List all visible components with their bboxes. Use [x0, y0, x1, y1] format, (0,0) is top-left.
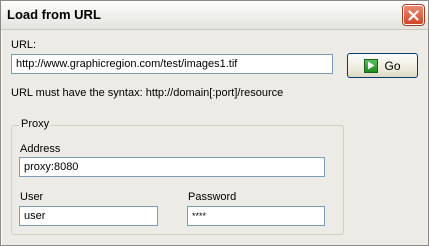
load-from-url-dialog: Load from URL URL: http://www.graphicreg…	[0, 0, 429, 246]
close-icon	[408, 9, 419, 21]
go-button-label: Go	[384, 58, 401, 73]
url-input[interactable]: http://www.graphicregion.com/test/images…	[11, 54, 333, 74]
play-arrow-icon	[364, 58, 379, 73]
proxy-password-label: Password	[188, 191, 237, 203]
go-button[interactable]: Go	[347, 53, 418, 78]
title-bar[interactable]: Load from URL	[1, 1, 428, 30]
proxy-user-input[interactable]: user	[19, 206, 158, 226]
proxy-password-input[interactable]: ****	[187, 206, 325, 226]
url-syntax-hint: URL must have the syntax: http://domain[…	[11, 87, 284, 99]
window-title: Load from URL	[7, 7, 101, 22]
proxy-user-label: User	[20, 191, 44, 203]
proxy-address-label: Address	[20, 143, 61, 155]
close-button[interactable]	[402, 4, 425, 26]
url-label: URL:	[11, 39, 37, 51]
proxy-address-input[interactable]: proxy:8080	[19, 157, 325, 177]
proxy-group-legend: Proxy	[19, 118, 52, 130]
